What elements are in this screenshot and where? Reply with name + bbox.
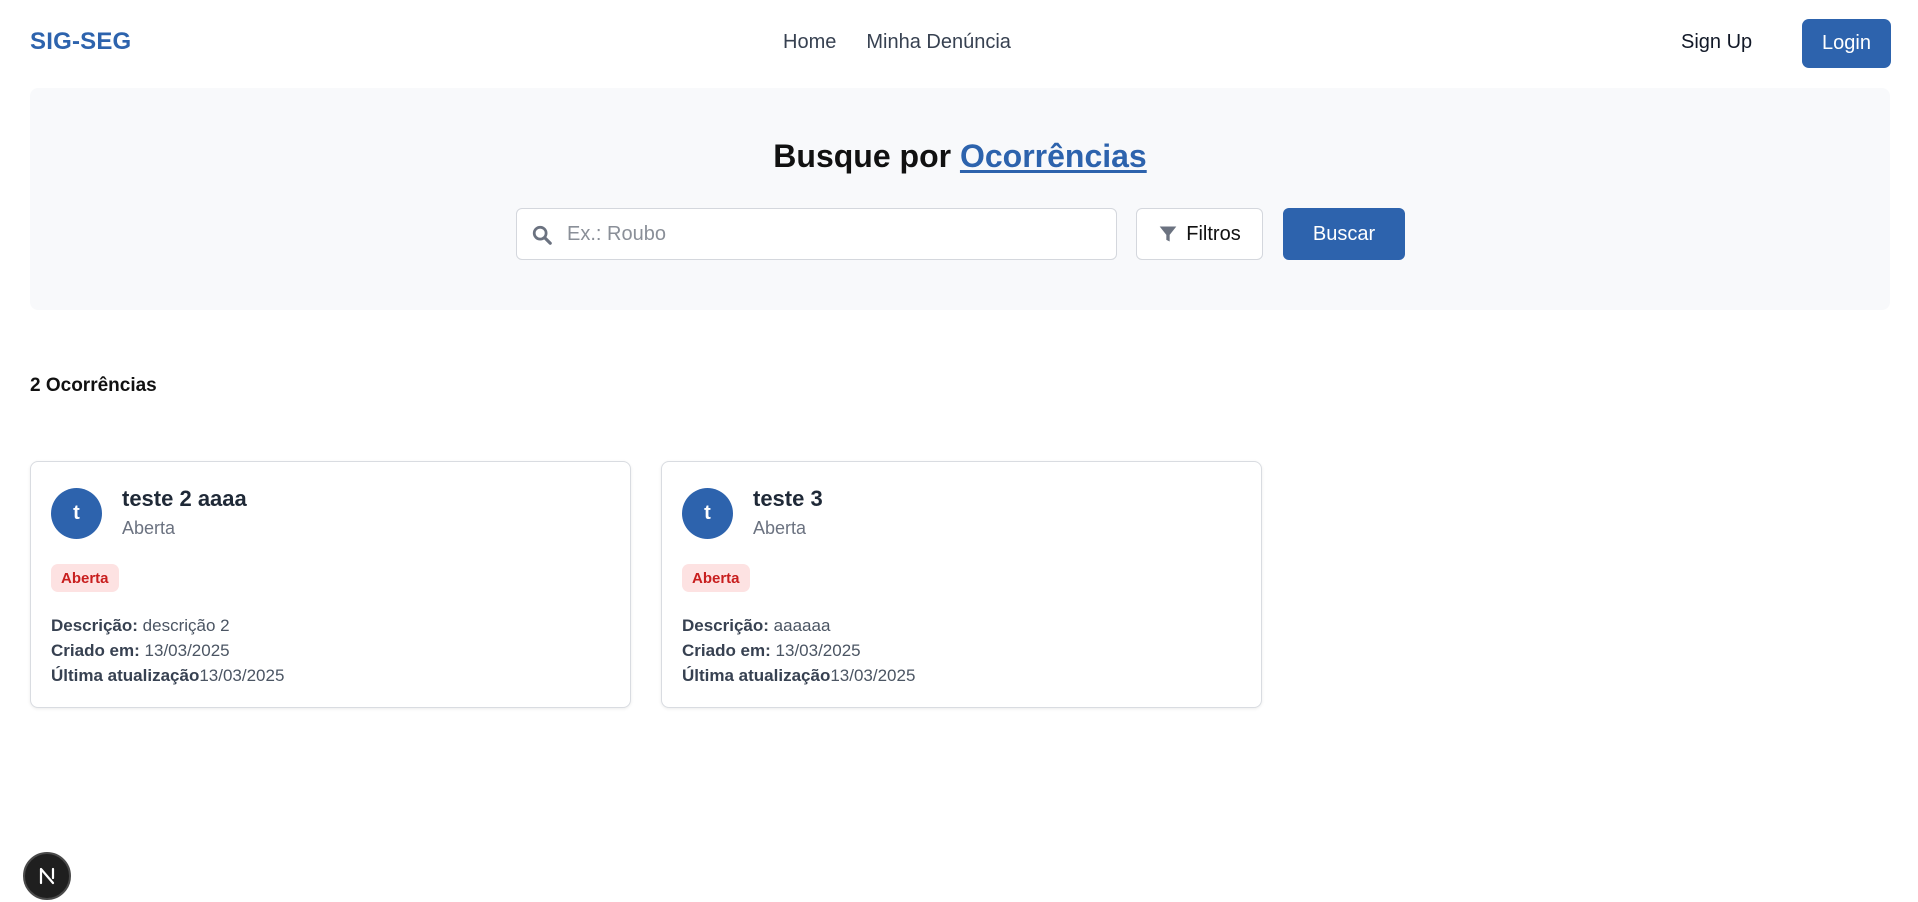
card-subtitle: Aberta bbox=[122, 518, 176, 538]
top-navbar: SIG-SEG Home Minha Denúncia Sign Up Logi… bbox=[0, 0, 1918, 86]
description-row: Descrição: aaaaaa bbox=[682, 613, 915, 638]
card-subtitle: Aberta bbox=[753, 518, 807, 538]
card-details: Descrição: descrição 2 Criado em: 13/03/… bbox=[51, 613, 284, 688]
search-hero: Busque por Ocorrências Filtros Buscar bbox=[30, 88, 1890, 310]
created-value: 13/03/2025 bbox=[144, 641, 230, 660]
created-label: Criado em: bbox=[682, 641, 771, 660]
search-field[interactable] bbox=[516, 208, 1117, 260]
card-details: Descrição: aaaaaa Criado em: 13/03/2025 … bbox=[682, 613, 915, 688]
avatar: t bbox=[682, 488, 733, 539]
avatar: t bbox=[51, 488, 102, 539]
updated-row: Última atualização13/03/2025 bbox=[51, 663, 284, 688]
status-badge: Aberta bbox=[682, 564, 750, 592]
occurrence-card[interactable]: t teste 3 Aberta Aberta Descrição: aaaaa… bbox=[661, 461, 1262, 708]
login-button[interactable]: Login bbox=[1802, 19, 1891, 68]
description-row: Descrição: descrição 2 bbox=[51, 613, 284, 638]
title-prefix: Busque por bbox=[773, 138, 952, 174]
updated-row: Última atualização13/03/2025 bbox=[682, 663, 915, 688]
search-input[interactable] bbox=[567, 209, 1107, 259]
created-label: Criado em: bbox=[51, 641, 140, 660]
nav-link-home[interactable]: Home bbox=[783, 31, 836, 54]
updated-value: 13/03/2025 bbox=[199, 666, 285, 685]
updated-value: 13/03/2025 bbox=[830, 666, 916, 685]
nextjs-n-icon bbox=[39, 867, 55, 885]
brand-logo[interactable]: SIG-SEG bbox=[30, 28, 131, 56]
signup-link[interactable]: Sign Up bbox=[1681, 31, 1752, 54]
results-count: 2 Ocorrências bbox=[30, 375, 157, 396]
card-title: teste 3 bbox=[753, 486, 823, 511]
updated-label: Última atualização bbox=[682, 666, 831, 685]
card-title: teste 2 aaaa bbox=[122, 486, 247, 511]
main-nav: Home Minha Denúncia bbox=[783, 31, 1011, 54]
filter-icon bbox=[1159, 226, 1177, 242]
description-value: descrição 2 bbox=[142, 616, 230, 635]
description-label: Descrição: bbox=[682, 616, 769, 635]
filters-button[interactable]: Filtros bbox=[1136, 208, 1263, 260]
page-title: Busque por Ocorrências bbox=[30, 138, 1890, 175]
status-badge: Aberta bbox=[51, 564, 119, 592]
created-row: Criado em: 13/03/2025 bbox=[51, 638, 284, 663]
created-value: 13/03/2025 bbox=[775, 641, 861, 660]
updated-label: Última atualização bbox=[51, 666, 200, 685]
search-button[interactable]: Buscar bbox=[1283, 208, 1405, 260]
title-accent: Ocorrências bbox=[959, 138, 1147, 174]
search-icon bbox=[532, 225, 552, 245]
description-label: Descrição: bbox=[51, 616, 138, 635]
description-value: aaaaaa bbox=[773, 616, 831, 635]
created-row: Criado em: 13/03/2025 bbox=[682, 638, 915, 663]
filters-label: Filtros bbox=[1186, 222, 1241, 245]
nav-link-minha-denuncia[interactable]: Minha Denúncia bbox=[866, 31, 1011, 54]
dev-tools-button[interactable] bbox=[23, 852, 71, 900]
occurrence-card[interactable]: t teste 2 aaaa Aberta Aberta Descrição: … bbox=[30, 461, 631, 708]
